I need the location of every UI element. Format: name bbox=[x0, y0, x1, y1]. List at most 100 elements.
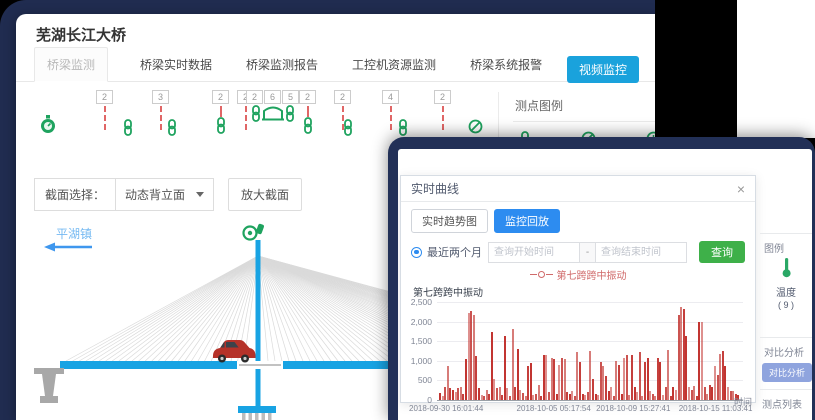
zoom-section-button[interactable]: 放大截面 bbox=[228, 178, 302, 211]
chart-bar bbox=[488, 394, 490, 400]
sensor-count-badge: 2 bbox=[299, 90, 316, 104]
realtime-curve-dialog: 实时曲线 × 实时趋势图监控回放 最近两个月 - 查询 第七跨跨中振动 第七跨跨… bbox=[400, 175, 756, 403]
sidebar-legend-label: 图例 bbox=[760, 233, 812, 255]
x-tick-label: 2018-09-30 16:01:44 bbox=[409, 404, 483, 413]
chart-legend[interactable]: 第七跨跨中振动 bbox=[401, 267, 755, 282]
x-tick-label: 2018-10-05 05:17:54 bbox=[517, 404, 591, 413]
bridge-sensor-icon[interactable] bbox=[262, 106, 284, 121]
stopwatch-icon[interactable] bbox=[40, 115, 56, 134]
sensor-item-link bbox=[342, 90, 354, 136]
popup-right-sidebar: 图例 温度 ( 9 ) 对比分析 对比分析 测点列表 bbox=[760, 149, 812, 420]
plot-area bbox=[437, 302, 743, 401]
main-tab-3[interactable]: 工控机资源监测 bbox=[350, 48, 438, 81]
sensor-item-dash: 2 bbox=[96, 90, 113, 130]
sensor-dash bbox=[307, 106, 309, 117]
chart-bar bbox=[579, 362, 581, 400]
end-time-input[interactable] bbox=[595, 242, 687, 263]
point-legend-title: 测点图例 bbox=[513, 92, 655, 122]
bar-series bbox=[439, 302, 741, 400]
chart-bar bbox=[722, 351, 724, 400]
chart-bar bbox=[696, 396, 698, 400]
sensor-item-cluster: 265 bbox=[246, 90, 299, 122]
section-select[interactable]: 动态背立面 bbox=[116, 178, 214, 211]
sensor-count-badge: 2 bbox=[96, 90, 113, 104]
y-tick-label: 500 bbox=[418, 375, 432, 385]
sensor-item-stopwatch bbox=[40, 90, 56, 134]
sensor-count-badge: 2 bbox=[212, 90, 229, 104]
section-controls: 截面选择： 动态背立面 放大截面 bbox=[34, 178, 302, 211]
chart-bar bbox=[527, 366, 529, 400]
chart-bar bbox=[639, 352, 641, 400]
sensor-item-link bbox=[397, 90, 409, 136]
x-axis: 时间 2018-09-30 16:01:442018-10-05 05:17:5… bbox=[437, 402, 743, 414]
sensor-item-link bbox=[166, 90, 178, 136]
sensor-item-prohibit bbox=[468, 90, 483, 134]
prohibit-icon[interactable] bbox=[468, 119, 483, 134]
sensor-item-dashlink: 2 bbox=[212, 90, 229, 134]
chart-bar bbox=[605, 376, 607, 400]
main-tab-4[interactable]: 桥梁系统报警 bbox=[468, 48, 544, 81]
chart-bar bbox=[631, 355, 633, 400]
link-icon[interactable] bbox=[302, 117, 314, 134]
main-tab-0[interactable]: 桥梁监测 bbox=[34, 47, 108, 82]
sensor-dash bbox=[390, 106, 392, 130]
chart-bar bbox=[657, 358, 659, 400]
temperature-point[interactable]: 温度 ( 9 ) bbox=[760, 257, 812, 310]
link-icon[interactable] bbox=[397, 119, 409, 136]
sensor-count-badge: 5 bbox=[282, 90, 299, 104]
radio-label: 最近两个月 bbox=[427, 244, 482, 260]
compare-analysis-button[interactable]: 对比分析 bbox=[762, 363, 812, 382]
y-tick-label: 1,500 bbox=[411, 336, 432, 346]
radio-last-two-months[interactable] bbox=[411, 247, 422, 258]
chart-bar bbox=[514, 387, 516, 400]
sensor-item-link bbox=[122, 90, 134, 136]
main-tab-bar: 桥梁监测桥梁实时数据桥梁监测报告工控机资源监测桥梁系统报警 bbox=[16, 51, 655, 82]
chart-title: 第七跨跨中振动 bbox=[413, 284, 755, 299]
link-icon[interactable] bbox=[284, 105, 296, 122]
sensor-dash bbox=[104, 106, 106, 130]
x-tick-label: 2018-10-09 15:27:41 bbox=[596, 404, 670, 413]
query-button[interactable]: 查询 bbox=[699, 241, 745, 263]
bridge-side-label: 平湖镇 bbox=[56, 226, 92, 241]
chart-bar bbox=[449, 388, 451, 400]
legend-marker-icon bbox=[530, 271, 553, 278]
bridge-pier bbox=[34, 368, 64, 403]
link-icon[interactable] bbox=[166, 119, 178, 136]
section-select-label: 截面选择： bbox=[34, 178, 116, 211]
video-monitor-button[interactable]: 视频监控 bbox=[567, 56, 639, 83]
link-icon[interactable] bbox=[250, 105, 262, 122]
x-tick-label: 2018-10-15 11:03:41 bbox=[679, 404, 753, 413]
main-tab-1[interactable]: 桥梁实时数据 bbox=[138, 48, 214, 81]
chart-bar bbox=[540, 396, 542, 400]
temperature-count: ( 9 ) bbox=[760, 300, 812, 310]
popup-window: 实时曲线 × 实时趋势图监控回放 最近两个月 - 查询 第七跨跨中振动 第七跨跨… bbox=[388, 137, 815, 420]
popup-window-content: 实时曲线 × 实时趋势图监控回放 最近两个月 - 查询 第七跨跨中振动 第七跨跨… bbox=[398, 149, 812, 420]
main-tab-2[interactable]: 桥梁监测报告 bbox=[244, 48, 320, 81]
chart-bar bbox=[592, 379, 594, 400]
chart-bar bbox=[475, 356, 477, 400]
chart-legend-label: 第七跨跨中振动 bbox=[557, 267, 627, 282]
chart-bar bbox=[501, 395, 503, 400]
dialog-tab-1[interactable]: 监控回放 bbox=[494, 209, 560, 233]
sensor-count-badge: 6 bbox=[264, 90, 281, 104]
thermometer-icon bbox=[780, 265, 793, 282]
sensor-dash bbox=[160, 106, 162, 130]
sensor-dash bbox=[220, 106, 222, 117]
sensor-item-dashlink: 2 bbox=[299, 90, 316, 134]
link-icon[interactable] bbox=[215, 117, 227, 134]
sensor-count-badge: 2 bbox=[246, 90, 263, 104]
chart-bar bbox=[667, 350, 669, 400]
sensor-count-badge: 2 bbox=[434, 90, 451, 104]
dialog-title: 实时曲线 bbox=[411, 180, 459, 197]
link-icon[interactable] bbox=[342, 119, 354, 136]
link-icon[interactable] bbox=[122, 119, 134, 136]
dialog-tab-0[interactable]: 实时趋势图 bbox=[411, 209, 488, 233]
y-tick-label: 2,500 bbox=[411, 297, 432, 307]
camera-icon[interactable] bbox=[244, 223, 265, 239]
chart-bar bbox=[709, 385, 711, 400]
section-select-value: 动态背立面 bbox=[125, 186, 185, 203]
start-time-input[interactable] bbox=[488, 242, 580, 263]
query-controls: 最近两个月 - 查询 bbox=[411, 241, 745, 263]
close-icon[interactable]: × bbox=[737, 182, 745, 196]
chart-bar bbox=[618, 365, 620, 400]
